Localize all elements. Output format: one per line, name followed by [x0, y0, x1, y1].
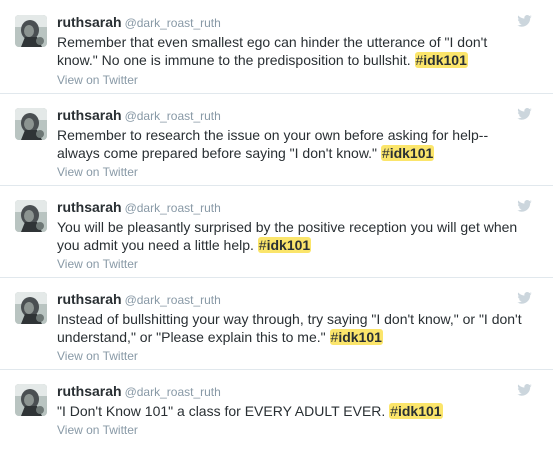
- twitter-bird-icon[interactable]: [517, 200, 532, 212]
- tweet-text-line: You will be pleasantly surprised by the …: [57, 219, 518, 235]
- view-on-twitter-link[interactable]: View on Twitter: [57, 72, 138, 88]
- tweet-text: "I Don't Know 101" a class for EVERY ADU…: [57, 402, 537, 420]
- tweet-header: ruthsarah @dark_roast_ruth: [57, 382, 221, 401]
- twitter-bird-icon[interactable]: [517, 108, 532, 120]
- hashtag-text: idk101: [389, 145, 434, 161]
- avatar[interactable]: [15, 15, 47, 47]
- hashtag-text: idk101: [266, 237, 311, 253]
- hashtag-link[interactable]: #idk101: [389, 403, 443, 419]
- twitter-bird-icon[interactable]: [517, 292, 532, 304]
- tweet-text-line: Instead of bullshitting your way through…: [57, 311, 522, 327]
- hashtag-symbol: #: [258, 237, 267, 253]
- tweet-text: Instead of bullshitting your way through…: [57, 310, 537, 346]
- avatar[interactable]: [15, 384, 47, 416]
- tweet-divider: [0, 369, 553, 370]
- display-name[interactable]: ruthsarah: [57, 107, 122, 123]
- handle[interactable]: @dark_roast_ruth: [125, 201, 221, 215]
- twitter-bird-icon[interactable]: [517, 15, 532, 27]
- hashtag-link[interactable]: #idk101: [380, 145, 435, 161]
- tweet-text-line: know." No one is immune to the predispos…: [57, 52, 415, 68]
- tweet-text: You will be pleasantly surprised by the …: [57, 218, 537, 254]
- display-name[interactable]: ruthsarah: [57, 14, 122, 30]
- avatar[interactable]: [15, 200, 47, 232]
- handle[interactable]: @dark_roast_ruth: [125, 385, 221, 399]
- tweet-text-line: Remember that even smallest ego can hind…: [57, 34, 488, 50]
- avatar[interactable]: [15, 108, 47, 140]
- handle[interactable]: @dark_roast_ruth: [125, 16, 221, 30]
- hashtag-link[interactable]: #idk101: [257, 237, 312, 253]
- view-on-twitter-link[interactable]: View on Twitter: [57, 256, 138, 272]
- hashtag-link[interactable]: #idk101: [329, 329, 383, 345]
- hashtag-text: idk101: [423, 52, 467, 68]
- display-name[interactable]: ruthsarah: [57, 291, 122, 307]
- tweet-header: ruthsarah @dark_roast_ruth: [57, 290, 221, 309]
- display-name[interactable]: ruthsarah: [57, 383, 122, 399]
- avatar[interactable]: [15, 292, 47, 324]
- handle[interactable]: @dark_roast_ruth: [125, 293, 221, 307]
- tweet-text-line: you admit you need a little help.: [57, 237, 258, 253]
- tweet-text-line: "I Don't Know 101" a class for EVERY ADU…: [57, 403, 390, 419]
- tweet-text-line: understand," or "Please explain this to …: [57, 329, 330, 345]
- tweet-text-line: always come prepared before saying "I do…: [57, 145, 381, 161]
- hashtag-symbol: #: [390, 403, 398, 419]
- tweet-text: Remember that even smallest ego can hind…: [57, 33, 537, 69]
- hashtag-text: idk101: [397, 403, 442, 419]
- hashtag-symbol: #: [381, 145, 390, 161]
- hashtag-text: idk101: [338, 329, 382, 345]
- view-on-twitter-link[interactable]: View on Twitter: [57, 348, 138, 364]
- tweet-feed: ruthsarah @dark_roast_ruth Remember that …: [0, 0, 553, 452]
- handle[interactable]: @dark_roast_ruth: [125, 109, 221, 123]
- view-on-twitter-link[interactable]: View on Twitter: [57, 164, 138, 180]
- tweet-header: ruthsarah @dark_roast_ruth: [57, 13, 221, 32]
- tweet-header: ruthsarah @dark_roast_ruth: [57, 198, 221, 217]
- twitter-bird-icon[interactable]: [517, 384, 532, 396]
- tweet-divider: [0, 93, 553, 94]
- tweet-divider: [0, 277, 553, 278]
- view-on-twitter-link[interactable]: View on Twitter: [57, 422, 138, 438]
- tweet-text-line: Remember to research the issue on your o…: [57, 127, 489, 143]
- tweet-text: Remember to research the issue on your o…: [57, 126, 537, 162]
- tweet-divider: [0, 185, 553, 186]
- hashtag-link[interactable]: #idk101: [414, 52, 468, 68]
- tweet-header: ruthsarah @dark_roast_ruth: [57, 106, 221, 125]
- display-name[interactable]: ruthsarah: [57, 199, 122, 215]
